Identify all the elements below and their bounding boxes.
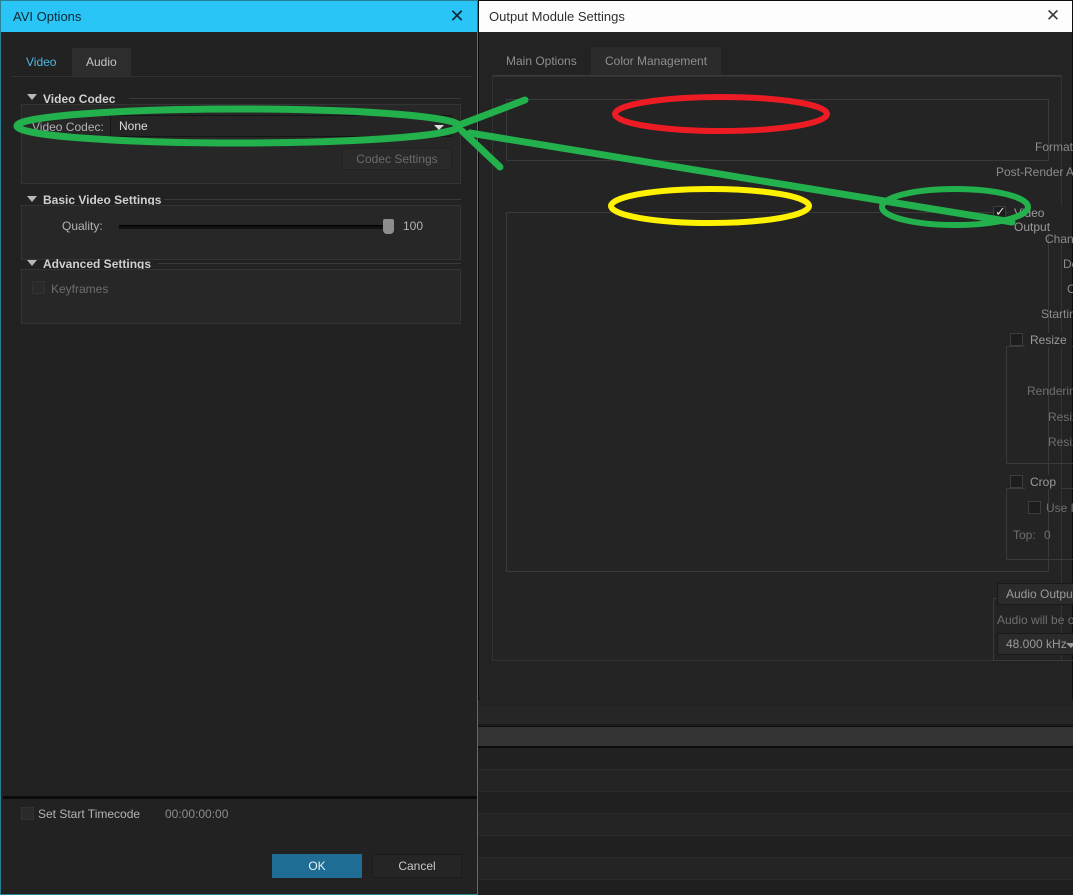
keyframes-label: Keyframes: [51, 282, 109, 296]
crop-checkbox[interactable]: [1010, 475, 1023, 488]
video-codec-dropdown[interactable]: None: [110, 115, 452, 137]
video-codec-value: None: [119, 119, 148, 133]
use-region-of-interest-checkbox[interactable]: [1028, 501, 1041, 514]
resize-percent-label: Resize %:: [1048, 435, 1073, 449]
avi-cancel-button[interactable]: Cancel: [372, 854, 462, 878]
avi-ok-button[interactable]: OK: [272, 854, 362, 878]
video-output-title: Video Output: [1009, 206, 1072, 234]
resize-to-label: Resize to:: [1048, 410, 1073, 424]
video-codec-label: Video Codec:: [32, 120, 104, 134]
crop-top-label: Top:: [1013, 528, 1036, 542]
crop-top-value[interactable]: 0: [1044, 528, 1051, 542]
rendering-at-label: Rendering at:: [1027, 384, 1073, 398]
avi-tabstrip: Video Audio: [12, 48, 472, 76]
timecode-value[interactable]: 00:00:00:00: [165, 807, 228, 821]
video-output-checkbox[interactable]: [993, 204, 1006, 220]
avi-cancel-label: Cancel: [398, 859, 436, 873]
avi-window-title: AVI Options: [13, 9, 82, 24]
depth-label: Depth:: [1063, 257, 1073, 271]
advanced-settings-group: [21, 269, 461, 324]
post-render-action-label: Post-Render Action:: [996, 165, 1073, 179]
codec-settings-label: Codec Settings: [356, 152, 438, 166]
chevron-down-icon: [434, 125, 444, 130]
set-start-timecode-label: Set Start Timecode: [38, 807, 141, 821]
quality-label: Quality:: [62, 219, 103, 233]
avi-ok-label: OK: [308, 859, 326, 873]
avi-options-window: AVI Options ✕ Video Audio Video Codec Vi…: [0, 0, 478, 895]
tab-video[interactable]: Video: [12, 48, 71, 76]
audio-output-mode-value: Audio Output Auto: [1006, 587, 1073, 601]
audio-sample-rate-value: 48.000 kHz: [1006, 637, 1067, 651]
tab-color-management[interactable]: Color Management: [591, 47, 722, 75]
channels-label: Channels:: [1045, 232, 1073, 246]
avi-body: Video Audio Video Codec Video Codec: Non…: [2, 32, 477, 894]
audio-sample-rate-dropdown[interactable]: 48.000 kHz: [997, 633, 1073, 655]
oms-window-title: Output Module Settings: [489, 9, 625, 24]
section-rule: [164, 199, 461, 200]
color-label: Color:: [1067, 282, 1073, 296]
oms-body: Main Options Color Management Format: AV…: [480, 32, 1073, 700]
oms-tabstrip: Main Options Color Management: [492, 47, 1062, 75]
set-start-timecode-checkbox[interactable]: [21, 807, 34, 820]
keyframes-checkbox[interactable]: [32, 281, 45, 294]
tab-main-options[interactable]: Main Options: [492, 47, 591, 75]
use-region-of-interest-label: Use Region of Interest: [1046, 501, 1073, 515]
tab-audio-label: Audio: [86, 55, 117, 69]
close-icon[interactable]: ✕: [1043, 6, 1063, 26]
codec-settings-button[interactable]: Codec Settings: [342, 148, 452, 170]
section-rule: [158, 263, 461, 264]
screen-root: Output Module Settings ✕ Main Options Co…: [0, 0, 1073, 895]
triangle-down-icon[interactable]: [27, 260, 37, 266]
quality-value: 100: [403, 219, 424, 233]
crop-title: Crop: [1025, 475, 1062, 489]
quality-slider-knob[interactable]: [383, 219, 394, 234]
triangle-down-icon[interactable]: [27, 94, 37, 100]
tab-audio[interactable]: Audio: [72, 48, 131, 76]
tab-main-options-label: Main Options: [506, 54, 577, 68]
avi-tab-underline: [12, 76, 472, 77]
tab-video-label: Video: [26, 55, 57, 69]
tab-color-management-label: Color Management: [605, 54, 708, 68]
video-output-group: [506, 212, 1049, 572]
section-rule: [129, 98, 461, 99]
quality-slider-track[interactable]: [119, 225, 387, 229]
audio-output-note: Audio will be output only if the composi…: [997, 613, 1073, 627]
triangle-down-icon[interactable]: [27, 196, 37, 202]
oms-titlebar: Output Module Settings ✕: [479, 1, 1072, 32]
resize-title: Resize: [1025, 333, 1072, 347]
format-group: [506, 99, 1049, 161]
avi-titlebar: AVI Options ✕: [1, 1, 477, 32]
crop-group: [1006, 488, 1073, 560]
close-icon[interactable]: ✕: [447, 5, 467, 27]
chevron-down-icon: [1066, 643, 1073, 648]
resize-checkbox[interactable]: [1010, 333, 1023, 346]
output-module-settings-window: Output Module Settings ✕ Main Options Co…: [478, 0, 1073, 700]
starting-number-label: Starting #:: [1041, 307, 1073, 321]
audio-output-mode-dropdown[interactable]: Audio Output Auto: [997, 583, 1073, 605]
avi-footer-divider: [3, 796, 477, 799]
format-label: Format:: [1035, 140, 1073, 154]
